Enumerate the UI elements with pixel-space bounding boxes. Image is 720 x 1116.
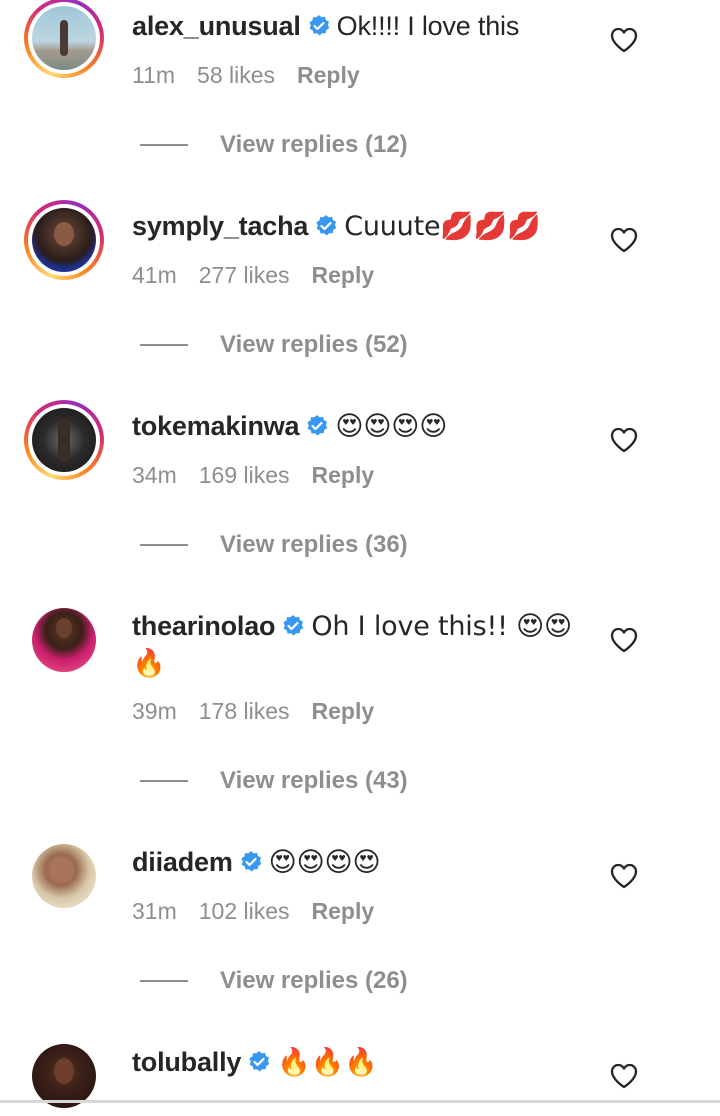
comment-username[interactable]: diiadem (132, 847, 233, 877)
comment-text-continued: 🔥 (132, 648, 166, 679)
avatar-container[interactable] (24, 1036, 104, 1116)
comment-meta: 11m 58 likes Reply (132, 60, 382, 90)
divider (140, 544, 188, 546)
comment-meta: 34m 169 likes Reply (132, 460, 396, 490)
view-replies-label: View replies (43) (220, 767, 408, 794)
comment-likes[interactable]: 102 likes (199, 898, 290, 924)
verified-badge-icon (249, 1051, 270, 1072)
comment-time: 31m (132, 898, 177, 924)
verified-badge-icon (241, 851, 261, 872)
view-replies-label: View replies (12) (220, 131, 408, 158)
avatar (32, 608, 96, 672)
reply-button[interactable]: Reply (297, 62, 360, 88)
avatar (32, 1044, 96, 1108)
verified-badge-icon (316, 215, 337, 236)
comment-likes[interactable]: 277 likes (199, 262, 290, 288)
view-replies-label: View replies (36) (220, 531, 408, 558)
heart-outline-icon[interactable] (610, 627, 638, 653)
divider (140, 344, 188, 346)
heart-outline-icon[interactable] (610, 1063, 638, 1089)
reply-button[interactable]: Reply (312, 898, 375, 924)
avatar (32, 6, 96, 70)
comment-username[interactable]: thearinolao (132, 611, 276, 641)
avatar (32, 208, 96, 272)
view-replies-button[interactable]: View replies (26) (140, 966, 540, 996)
divider (140, 980, 188, 982)
avatar (32, 844, 96, 908)
comment-text: 🔥🔥🔥 (277, 1047, 378, 1078)
comment-username[interactable]: symply_tacha (132, 211, 308, 241)
divider (140, 780, 188, 782)
avatar-story-ring[interactable] (24, 200, 104, 280)
comment-username[interactable]: tolubally (132, 1047, 241, 1077)
view-replies-button[interactable]: View replies (36) (140, 530, 540, 560)
avatar-story-ring[interactable] (24, 400, 104, 480)
comment-meta: 31m 102 likes Reply (132, 896, 396, 926)
heart-outline-icon[interactable] (610, 27, 638, 53)
reply-button[interactable]: Reply (312, 698, 375, 724)
comment-username[interactable]: tokemakinwa (132, 411, 300, 441)
avatar (32, 408, 96, 472)
comment-username[interactable]: alex_unusual (132, 11, 301, 41)
comment-meta: 41m 277 likes Reply (132, 260, 396, 290)
view-replies-button[interactable]: View replies (12) (140, 130, 540, 160)
comment-text: Cuuute💋💋💋 (344, 211, 541, 242)
avatar-container[interactable] (24, 836, 104, 916)
comment-time: 41m (132, 262, 177, 288)
avatar-container[interactable] (24, 600, 104, 680)
reply-button[interactable]: Reply (312, 262, 375, 288)
view-replies-button[interactable]: View replies (43) (140, 766, 540, 796)
view-replies-button[interactable]: View replies (52) (140, 330, 540, 360)
comment-likes[interactable]: 58 likes (197, 62, 275, 88)
heart-outline-icon[interactable] (610, 427, 638, 453)
avatar-story-ring[interactable] (24, 0, 104, 78)
comment-likes[interactable]: 178 likes (199, 698, 290, 724)
heart-outline-icon[interactable] (610, 227, 638, 253)
comment-text: Oh I love this!! 😍😍 (311, 611, 573, 642)
verified-badge-icon (307, 415, 328, 436)
view-replies-label: View replies (52) (220, 331, 408, 358)
verified-badge-icon (309, 15, 329, 36)
comment-time: 34m (132, 462, 177, 488)
divider (140, 144, 188, 146)
view-replies-label: View replies (26) (220, 967, 408, 994)
comment-likes[interactable]: 169 likes (199, 462, 290, 488)
comment-time: 39m (132, 698, 177, 724)
comment-time: 11m (132, 62, 176, 88)
reply-button[interactable]: Reply (312, 462, 375, 488)
comment-meta: 39m 178 likes Reply (132, 696, 396, 726)
verified-badge-icon (283, 615, 304, 636)
comment-text: 😍😍😍😍 (268, 847, 381, 878)
comment-text: Ok!!!! I love this (336, 11, 520, 41)
comment-text: 😍😍😍😍 (335, 411, 448, 442)
heart-outline-icon[interactable] (610, 863, 638, 889)
